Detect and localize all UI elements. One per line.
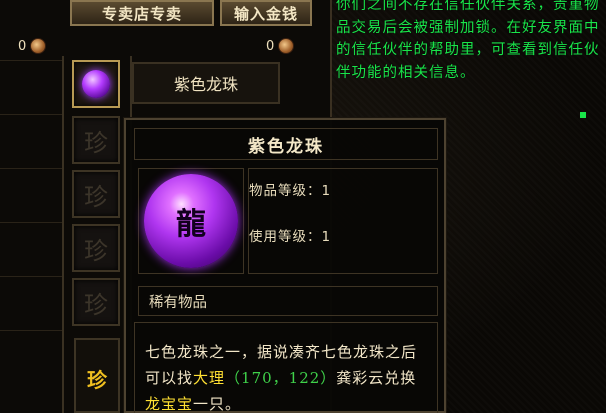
row-divider: [0, 60, 62, 61]
empty-slot-glyph: 珍: [84, 290, 108, 319]
shop-exclusive-button[interactable]: 专卖店专卖: [70, 0, 214, 26]
money-right-value: 0: [266, 38, 275, 54]
input-money-button[interactable]: 输入金钱: [220, 0, 312, 26]
use-level-value: 1: [321, 229, 332, 245]
desc-coords: （170，122）: [225, 369, 337, 387]
row-divider: [0, 330, 62, 331]
rare-tab[interactable]: 珍: [74, 338, 120, 413]
tooltip-title: 紫色龙珠: [134, 128, 438, 160]
desc-text: 一只。: [193, 395, 242, 413]
tooltip-stats: 物品等级：1 使用等级：1: [248, 168, 438, 274]
item-slot[interactable]: 珍: [72, 278, 120, 326]
item-slot[interactable]: 珍: [72, 224, 120, 272]
money-right: 0: [266, 34, 295, 58]
item-level-value: 1: [321, 183, 332, 199]
purple-dragon-orb-icon: 龍: [144, 174, 238, 268]
desc-text: 龚彩云兑换: [336, 369, 417, 387]
orb-glyph: 龍: [176, 207, 206, 242]
item-level-row: 物品等级：1: [249, 179, 331, 199]
item-tooltip: 紫色龙珠 龍 物品等级：1 使用等级：1 稀有物品 七色龙珠之一，据说凑齐七色龙…: [124, 118, 446, 413]
item-slot[interactable]: 珍: [72, 116, 120, 164]
selected-item-name: 紫色龙珠: [132, 62, 280, 104]
message-end-marker: [580, 112, 586, 118]
row-divider: [0, 222, 62, 223]
row-divider: [0, 276, 62, 277]
purple-dragon-orb-icon: [82, 70, 110, 98]
partner-item-rows: [0, 56, 62, 413]
item-slot-selected[interactable]: [72, 60, 120, 108]
money-left-value: 0: [18, 38, 27, 54]
tooltip-icon-frame: 龍: [138, 168, 244, 274]
row-divider: [0, 168, 62, 169]
money-left: 0: [18, 34, 47, 58]
copper-coin-icon: [278, 38, 295, 54]
empty-slot-glyph: 珍: [84, 182, 108, 211]
empty-slot-glyph: 珍: [84, 236, 108, 265]
item-level-label: 物品等级：: [249, 183, 322, 199]
use-level-label: 使用等级：: [249, 229, 322, 245]
desc-place: 大理: [193, 369, 226, 387]
desc-reward: 龙宝宝: [145, 395, 194, 413]
row-divider: [0, 114, 62, 115]
system-message: 你们之间不存在信任伙伴关系，贵重物品交易后会被强制加锁。在好友界面中的信任伙伴的…: [336, 0, 600, 81]
use-level-row: 使用等级：1: [249, 225, 331, 245]
empty-slot-glyph: 珍: [84, 128, 108, 157]
item-slot[interactable]: 珍: [72, 170, 120, 218]
item-description: 七色龙珠之一，据说凑齐七色龙珠之后可以找大理（170，122）龚彩云兑换龙宝宝一…: [134, 322, 438, 413]
copper-coin-icon: [30, 38, 47, 54]
rarity-label: 稀有物品: [138, 286, 438, 316]
